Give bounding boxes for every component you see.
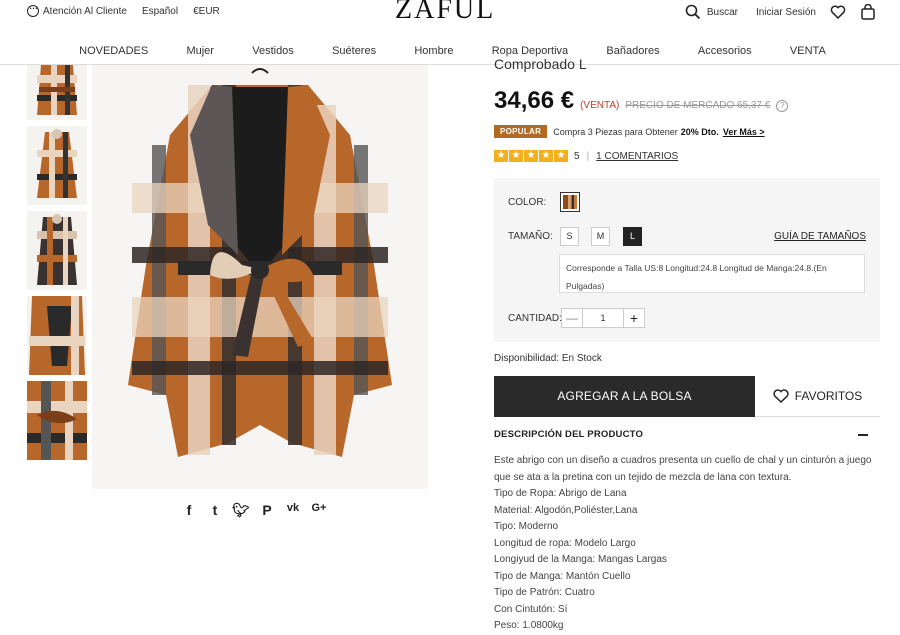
availability-text: Disponibilidad: En Stock bbox=[494, 353, 602, 364]
share-bar: f t 🐦︎ P vk G+ bbox=[176, 502, 332, 519]
description-intro: Este abrigo con un diseño a cuadros pres… bbox=[494, 455, 872, 483]
description-header[interactable]: DESCRIPCIÓN DEL PRODUCTO bbox=[494, 429, 880, 440]
size-option-s[interactable]: S bbox=[560, 227, 579, 246]
color-swatch[interactable] bbox=[560, 192, 580, 212]
spec-line: Tipo de Manga: Mantón Cuello bbox=[494, 570, 631, 582]
top-bar: Atención Al Cliente Español €EUR ZAFUL B… bbox=[0, 0, 900, 36]
language-selector[interactable]: Español bbox=[142, 6, 178, 17]
product-price: 34,66 € bbox=[494, 87, 575, 114]
tumblr-icon[interactable]: t bbox=[202, 502, 228, 519]
bag-icon[interactable] bbox=[860, 4, 876, 20]
search-link[interactable]: Buscar bbox=[707, 7, 738, 18]
spec-line: Longiyud de la Manga: Mangas Largas bbox=[494, 554, 667, 565]
color-label: COLOR: bbox=[508, 197, 547, 208]
decrement-button[interactable]: — bbox=[562, 309, 582, 327]
collapse-icon[interactable] bbox=[858, 434, 868, 436]
description-heading: DESCRIPCIÓN DEL PRODUCTO bbox=[494, 429, 644, 440]
star-icon: ★ bbox=[494, 150, 508, 162]
product-thumbnail[interactable] bbox=[27, 126, 87, 205]
currency-selector[interactable]: €EUR bbox=[193, 6, 220, 17]
product-info: Comprobado L 34,66 € (VENTA) PRECIO DE M… bbox=[494, 55, 880, 631]
pinterest-icon[interactable]: P bbox=[254, 502, 280, 519]
product-thumbnail[interactable] bbox=[27, 296, 87, 375]
favorites-label: FAVORITOS bbox=[794, 389, 863, 403]
heart-icon bbox=[773, 389, 789, 403]
google-plus-icon[interactable]: G+ bbox=[306, 502, 332, 519]
customer-service-link[interactable]: Atención Al Cliente bbox=[43, 6, 127, 17]
nav-item-mujer[interactable]: Mujer bbox=[186, 45, 214, 57]
popular-badge: POPULAR bbox=[494, 125, 548, 138]
vk-icon[interactable]: vk bbox=[280, 502, 306, 519]
star-icon: ★ bbox=[539, 150, 553, 162]
product-thumbnail[interactable] bbox=[27, 381, 87, 460]
size-guide-link[interactable]: GUÍA DE TAMAÑOS bbox=[774, 231, 866, 242]
rating-row: ★ ★ ★ ★ ★ 5 | 1 COMENTARIOS bbox=[494, 150, 678, 162]
spec-line: Con Cintutón: Sí bbox=[494, 603, 568, 615]
product-main-image[interactable] bbox=[92, 65, 428, 489]
price-row: 34,66 € (VENTA) PRECIO DE MERCADO 65,37 … bbox=[494, 87, 789, 115]
spec-line: Tipo de Patrón: Cuatro bbox=[494, 587, 595, 598]
star-icon: ★ bbox=[554, 150, 568, 162]
increment-button[interactable]: + bbox=[624, 309, 644, 327]
divider: | bbox=[586, 150, 590, 162]
comments-link[interactable]: 1 COMENTARIOS bbox=[596, 151, 678, 162]
quantity-label: CANTIDAD: bbox=[508, 313, 562, 324]
spec-line: Peso: 1.0800kg bbox=[494, 620, 564, 631]
thumbnail-list bbox=[27, 65, 87, 466]
spec-line: Tipo: Moderno bbox=[494, 521, 559, 532]
options-panel: COLOR: TAMAÑO: S M L GUÍA DE TAMAÑOS Cor… bbox=[494, 178, 880, 342]
nav-item-novedades[interactable]: NOVEDADES bbox=[79, 45, 148, 57]
product-thumbnail[interactable] bbox=[27, 211, 87, 290]
favorites-button[interactable]: FAVORITOS bbox=[755, 376, 880, 417]
quantity-stepper: — 1 + bbox=[561, 308, 645, 328]
size-option-l[interactable]: L bbox=[623, 227, 642, 246]
nav-item-sueteres[interactable]: Suéteres bbox=[332, 45, 376, 57]
help-icon[interactable]: ? bbox=[776, 100, 789, 112]
product-thumbnail[interactable] bbox=[27, 65, 87, 120]
spec-line: Longitud de ropa: Modelo Largo bbox=[494, 537, 636, 549]
login-link[interactable]: Iniciar Sesión bbox=[756, 7, 816, 18]
promo-link[interactable]: Ver Más > bbox=[723, 127, 765, 137]
heart-icon[interactable] bbox=[830, 4, 846, 20]
spec-line: Tipo de Ropa: Abrigo de Lana bbox=[494, 488, 627, 499]
quantity-input[interactable]: 1 bbox=[582, 309, 624, 327]
star-icon: ★ bbox=[524, 150, 538, 162]
nav-item-hombre[interactable]: Hombre bbox=[414, 45, 453, 57]
chat-icon[interactable] bbox=[27, 1, 39, 17]
rating-value: 5 bbox=[574, 150, 580, 162]
zaful-logo[interactable]: ZAFUL bbox=[395, 0, 495, 26]
market-price: PRECIO DE MERCADO 65,37 € bbox=[625, 100, 771, 111]
twitter-icon[interactable]: 🐦︎ bbox=[228, 502, 254, 519]
star-icon: ★ bbox=[509, 150, 523, 162]
promo-text: Compra 3 Piezas para Obtener bbox=[553, 126, 678, 137]
nav-item-vestidos[interactable]: Vestidos bbox=[252, 45, 294, 57]
search-icon[interactable] bbox=[685, 4, 701, 20]
spec-line: Material: Algodón,Poliéster,Lana bbox=[494, 504, 638, 516]
size-info-box: Corresponde a Talla US:8 Longitud:24.8 L… bbox=[559, 254, 865, 293]
add-to-bag-button[interactable]: AGREGAR A LA BOLSA bbox=[494, 376, 755, 417]
size-label: TAMAÑO: bbox=[508, 231, 553, 242]
product-title: Comprobado L bbox=[494, 56, 587, 72]
sale-label: (VENTA) bbox=[580, 100, 620, 111]
description-body: Este abrigo con un diseño a cuadros pres… bbox=[494, 453, 880, 635]
size-option-m[interactable]: M bbox=[591, 227, 610, 246]
promo-discount: 20% Dto. bbox=[680, 126, 719, 137]
promo-row: POPULAR Compra 3 Piezas para Obtener 20%… bbox=[494, 125, 765, 138]
facebook-icon[interactable]: f bbox=[176, 502, 202, 519]
